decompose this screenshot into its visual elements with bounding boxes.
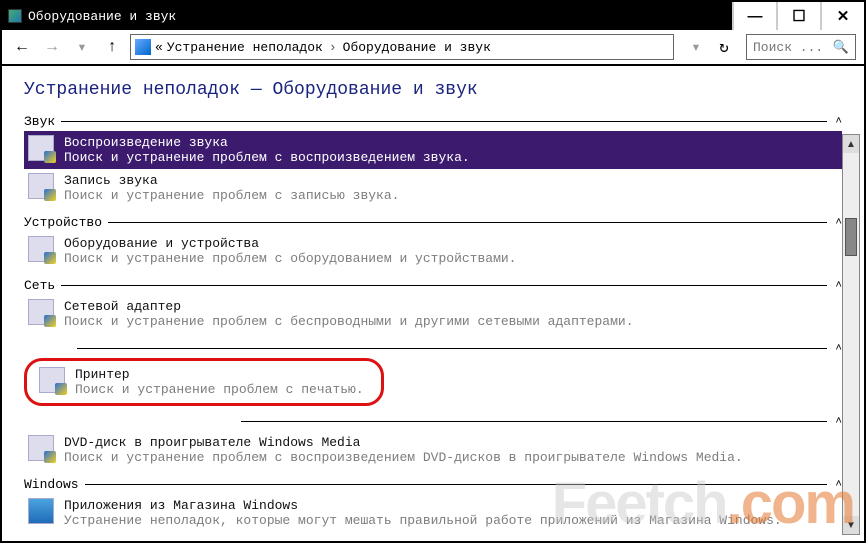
- item-title: Сетевой адаптер: [64, 299, 634, 314]
- scrollbar-track[interactable]: [843, 153, 859, 516]
- forward-button[interactable]: →: [40, 35, 64, 59]
- item-title: Воспроизведение звука: [64, 135, 470, 150]
- troubleshooter-item-network-adapter[interactable]: Сетевой адаптер Поиск и устранение пробл…: [24, 295, 842, 333]
- shield-icon: [44, 189, 56, 201]
- chevron-up-icon[interactable]: ˄: [827, 116, 842, 128]
- speaker-icon: [28, 135, 54, 161]
- shield-icon: [44, 252, 56, 264]
- item-title: Приложения из Магазина Windows: [64, 498, 782, 513]
- group-header-print[interactable]: Печать ˄: [24, 341, 842, 356]
- minimize-button[interactable]: —: [732, 2, 776, 30]
- history-dropdown-icon[interactable]: ▾: [70, 35, 94, 59]
- navigation-bar: ← → ▾ ↑ « Устранение неполадок › Оборудо…: [2, 30, 864, 66]
- microphone-icon: [28, 173, 54, 199]
- divider: [61, 121, 827, 122]
- troubleshooter-item-audio-recording[interactable]: Запись звука Поиск и устранение проблем …: [24, 169, 842, 207]
- shield-icon: [44, 315, 56, 327]
- item-description: Поиск и устранение проблем с беспроводны…: [64, 314, 634, 329]
- title-bar: Оборудование и звук — ☐ ✕: [2, 2, 864, 30]
- item-title: DVD-диск в проигрывателе Windows Media: [64, 435, 743, 450]
- scroll-up-icon[interactable]: ▲: [843, 135, 859, 153]
- store-icon: [28, 498, 54, 524]
- chevron-up-icon[interactable]: ˄: [827, 217, 842, 229]
- item-description: Устранение неполадок, которые могут меша…: [64, 513, 782, 528]
- group-label: Звук: [24, 114, 55, 129]
- group-label: Устройство: [24, 215, 102, 230]
- search-icon: 🔍: [833, 40, 849, 55]
- page-title: Устранение неполадок — Оборудование и зв…: [24, 80, 842, 100]
- item-description: Поиск и устранение проблем с записью зву…: [64, 188, 399, 203]
- content-area: Устранение неполадок — Оборудование и зв…: [2, 66, 864, 541]
- shield-icon: [44, 451, 56, 463]
- search-placeholder: Поиск ...: [753, 40, 823, 55]
- device-icon: [28, 236, 54, 262]
- scroll-down-icon[interactable]: ▼: [843, 516, 859, 534]
- group-header-windows[interactable]: Windows ˄: [24, 477, 842, 492]
- item-description: Поиск и устранение проблем с воспроизвед…: [64, 150, 470, 165]
- group-header-device[interactable]: Устройство ˄: [24, 215, 842, 230]
- divider: [241, 421, 828, 422]
- network-icon: [28, 299, 54, 325]
- troubleshooter-item-store-apps[interactable]: Приложения из Магазина Windows Устранени…: [24, 494, 842, 532]
- scrollbar-thumb[interactable]: [845, 218, 857, 256]
- printer-icon: [39, 367, 65, 393]
- group-header-wmp[interactable]: Проигрыватель Windows Media ˄: [24, 414, 842, 429]
- chevron-up-icon[interactable]: ˄: [827, 280, 842, 292]
- refresh-button[interactable]: ↻: [712, 35, 736, 59]
- back-button[interactable]: ←: [10, 35, 34, 59]
- group-header-network[interactable]: Сеть ˄: [24, 278, 842, 293]
- chevron-up-icon[interactable]: ˄: [827, 343, 842, 355]
- divider: [61, 285, 827, 286]
- item-description: Поиск и устранение проблем с воспроизвед…: [64, 450, 743, 465]
- divider: [77, 348, 828, 349]
- group-label: Windows: [24, 477, 79, 492]
- group-label: Сеть: [24, 278, 55, 293]
- maximize-button[interactable]: ☐: [776, 2, 820, 30]
- search-input[interactable]: Поиск ... 🔍: [746, 34, 856, 60]
- item-title: Запись звука: [64, 173, 399, 188]
- window-controls: — ☐ ✕: [732, 2, 864, 30]
- breadcrumb-part1[interactable]: Устранение неполадок: [167, 40, 323, 55]
- location-icon: [135, 39, 151, 55]
- vertical-scrollbar[interactable]: ▲ ▼: [842, 134, 860, 535]
- item-title: Оборудование и устройства: [64, 236, 516, 251]
- item-description: Поиск и устранение проблем с оборудовани…: [64, 251, 516, 266]
- shield-icon: [55, 383, 67, 395]
- group-header-sound[interactable]: Звук ˄: [24, 114, 842, 129]
- address-dropdown-icon[interactable]: ▾: [684, 35, 708, 59]
- item-title: Принтер: [75, 367, 364, 382]
- troubleshooter-item-printer[interactable]: Принтер Поиск и устранение проблем с печ…: [24, 358, 384, 406]
- breadcrumb-prefix: «: [155, 40, 163, 55]
- troubleshooter-item-hardware[interactable]: Оборудование и устройства Поиск и устран…: [24, 232, 842, 270]
- troubleshooter-item-audio-playback[interactable]: Воспроизведение звука Поиск и устранение…: [24, 131, 842, 169]
- chevron-up-icon[interactable]: ˄: [827, 479, 842, 491]
- breadcrumb-separator: ›: [327, 40, 339, 55]
- chevron-up-icon[interactable]: ˄: [827, 416, 842, 428]
- divider: [85, 484, 828, 485]
- dvd-icon: [28, 435, 54, 461]
- close-button[interactable]: ✕: [820, 2, 864, 30]
- app-icon: [8, 9, 22, 23]
- window-title: Оборудование и звук: [28, 9, 176, 24]
- shield-icon: [44, 151, 56, 163]
- up-button[interactable]: ↑: [100, 35, 124, 59]
- divider: [108, 222, 827, 223]
- breadcrumb-part2[interactable]: Оборудование и звук: [343, 40, 491, 55]
- item-description: Поиск и устранение проблем с печатью.: [75, 382, 364, 397]
- address-bar[interactable]: « Устранение неполадок › Оборудование и …: [130, 34, 674, 60]
- troubleshooter-item-wmp-dvd[interactable]: DVD-диск в проигрывателе Windows Media П…: [24, 431, 842, 469]
